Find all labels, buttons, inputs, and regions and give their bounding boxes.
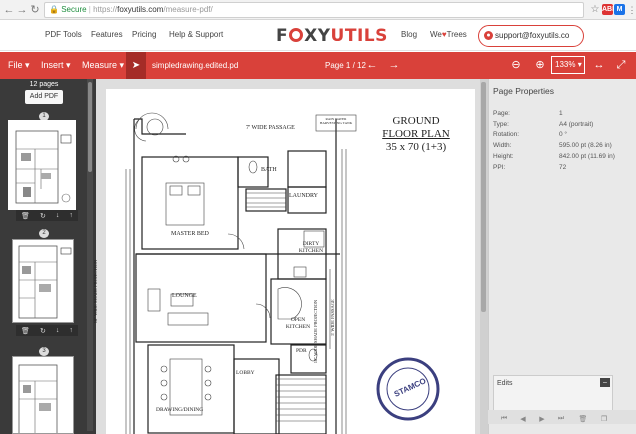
bookmark-star-icon[interactable]: ☆	[588, 3, 602, 17]
prop-key: Type:	[493, 121, 509, 128]
zoom-select[interactable]: 133% ▾	[551, 56, 585, 74]
support-email-button[interactable]: ● support@foxyutils.co	[478, 25, 584, 47]
move-down-icon[interactable]: ↓	[56, 212, 60, 219]
zoom-out-icon[interactable]: ⊖	[509, 58, 523, 72]
move-up-icon[interactable]: ↑	[69, 212, 73, 219]
rotate-icon[interactable]: ↻	[40, 327, 46, 335]
nav-blog[interactable]: Blog	[401, 30, 417, 39]
move-down-icon[interactable]: ↓	[56, 327, 60, 334]
lock-icon: 🔒	[49, 5, 59, 14]
prop-key: PPI:	[493, 164, 506, 171]
pages-count: 12 pages	[29, 81, 59, 88]
prop-key: Page:	[493, 110, 510, 117]
prop-value: A4 (portrait)	[559, 121, 594, 128]
add-pdf-button[interactable]: Add PDF	[25, 90, 63, 104]
right-shade-label: 18" WIDE SHADE PROJECTION	[313, 299, 319, 364]
url-host: foxyutils.com	[117, 5, 164, 14]
edits-title: Edits	[497, 380, 513, 387]
master-bed-label: MASTER BED	[171, 231, 209, 237]
drawing-dining-label: DRAWING/DINING	[156, 407, 204, 413]
prop-value: 1	[559, 110, 563, 117]
prev-page-icon[interactable]: ←	[365, 58, 379, 72]
thumbnail-scrollbar-thumb[interactable]	[88, 82, 92, 172]
cursor-tool-button[interactable]: ➤	[126, 52, 146, 79]
prop-key: Rotation:	[493, 131, 520, 138]
thumbnail-plan-drawing	[18, 245, 72, 319]
browser-bar: ← → ↻ 🔒 Secure | https://foxyutils.com/m…	[0, 0, 636, 20]
insert-menu[interactable]: Insert ▾	[41, 60, 71, 71]
page-properties-title: Page Properties	[493, 86, 554, 96]
nav-features[interactable]: Features	[91, 30, 123, 39]
pdf-page-1[interactable]: GROUND FLOOR PLAN 35 x 70 (1+3) 7' WIDE …	[93, 89, 475, 434]
bath-label: BATH	[261, 167, 277, 173]
cursor-icon: ➤	[131, 60, 141, 71]
thumb-actions: 🗑 ↻ ↓ ↑	[16, 325, 78, 336]
trash-icon[interactable]: 🗑	[21, 327, 30, 335]
first-edit-icon[interactable]: ⏮	[499, 415, 509, 423]
extension-icon-m[interactable]: M	[614, 4, 625, 15]
next-edit-icon[interactable]: ▶	[537, 415, 547, 423]
measure-menu[interactable]: Measure ▾	[82, 60, 124, 71]
fox-logo-icon	[289, 28, 304, 42]
file-menu[interactable]: File ▾	[8, 60, 30, 71]
prop-value: 0 °	[559, 131, 568, 138]
thumbnail-plan-drawing	[18, 364, 58, 433]
prop-key: Height:	[493, 153, 514, 160]
pdr-label: PDR	[296, 348, 307, 354]
dirty-kitchen-label: DIRTY KITCHEN	[298, 241, 324, 254]
browser-menu-icon[interactable]: ⋮	[625, 3, 636, 17]
viewer-scrollbar-thumb[interactable]	[481, 82, 486, 312]
next-page-icon[interactable]: →	[387, 58, 401, 72]
forward-arrow-icon[interactable]: →	[15, 3, 29, 17]
thumbnail-page-1[interactable]	[8, 120, 76, 210]
thumbnail-page-2[interactable]	[12, 239, 74, 323]
plan-title: GROUND FLOOR PLAN 35 x 70 (1+3)	[382, 115, 450, 153]
thumbnail-page-3[interactable]	[12, 356, 74, 434]
laundry-label: LAUNDRY	[289, 193, 319, 199]
nav-pdf-tools[interactable]: PDF Tools	[45, 30, 82, 39]
chevron-down-icon: ▾	[577, 60, 582, 69]
rotate-icon[interactable]: ↻	[40, 212, 46, 220]
prop-key: Width:	[493, 142, 512, 149]
prev-edit-icon[interactable]: ◀	[518, 415, 528, 423]
reload-icon[interactable]: ↻	[28, 3, 42, 17]
collapse-edits-button[interactable]: –	[600, 378, 610, 387]
copy-edit-icon[interactable]: ❐	[599, 415, 609, 423]
move-up-icon[interactable]: ↑	[69, 327, 73, 334]
filename-label: simpledrawing.edited.pd	[152, 61, 239, 70]
user-icon: ●	[484, 31, 493, 40]
prop-value: 72	[559, 164, 567, 171]
url-bar[interactable]: 🔒 Secure | https://foxyutils.com/measure…	[44, 2, 584, 18]
url-scheme: https://	[93, 5, 118, 14]
adblock-extension-icon[interactable]: ABP	[602, 4, 617, 15]
fullscreen-icon[interactable]: ⤢	[614, 58, 628, 72]
thumb-page-number: 1	[39, 112, 49, 121]
page-indicator: Page 1 / 12	[325, 61, 366, 70]
delete-edit-icon[interactable]: 🗑	[578, 415, 588, 423]
nav-pricing[interactable]: Pricing	[132, 30, 156, 39]
tank-label: RAIN WATER HARVESTING TANK	[319, 117, 353, 125]
open-kitchen-label: OPEN KITCHEN	[285, 317, 311, 330]
left-shade-label: 18" WIDE SHADE PROJECTION	[93, 259, 99, 324]
fit-width-icon[interactable]: ↔	[592, 58, 606, 72]
thumbnail-plan-drawing	[15, 130, 72, 204]
secure-label: Secure	[61, 5, 87, 14]
url-path: /measure-pdf/	[163, 5, 213, 14]
zoom-in-icon[interactable]: ⊕	[533, 58, 547, 72]
prop-value: 595.00 pt (8.26 in)	[559, 142, 612, 149]
right-passage-label: 5' WIDE PASSAGE	[329, 299, 335, 336]
foxyutils-logo[interactable]: F XYUTILS	[276, 26, 388, 46]
prop-value: 842.00 pt (11.69 in)	[559, 153, 615, 160]
nav-we-heart-trees[interactable]: We♥Trees	[430, 30, 467, 39]
passage-label: 7' WIDE PASSAGE	[246, 125, 295, 131]
lounge-label: LOUNGE	[172, 293, 197, 299]
thumb-actions: 🗑 ↻ ↓ ↑	[16, 210, 78, 221]
trash-icon[interactable]: 🗑	[21, 212, 30, 220]
lobby-label: LOBBY	[236, 370, 255, 376]
back-arrow-icon[interactable]: ←	[2, 3, 16, 17]
thumb-page-number: 2	[39, 229, 49, 238]
nav-help-support[interactable]: Help & Support	[169, 30, 223, 39]
thumb-page-number: 3	[39, 347, 49, 356]
last-edit-icon[interactable]: ⏭	[556, 415, 566, 423]
